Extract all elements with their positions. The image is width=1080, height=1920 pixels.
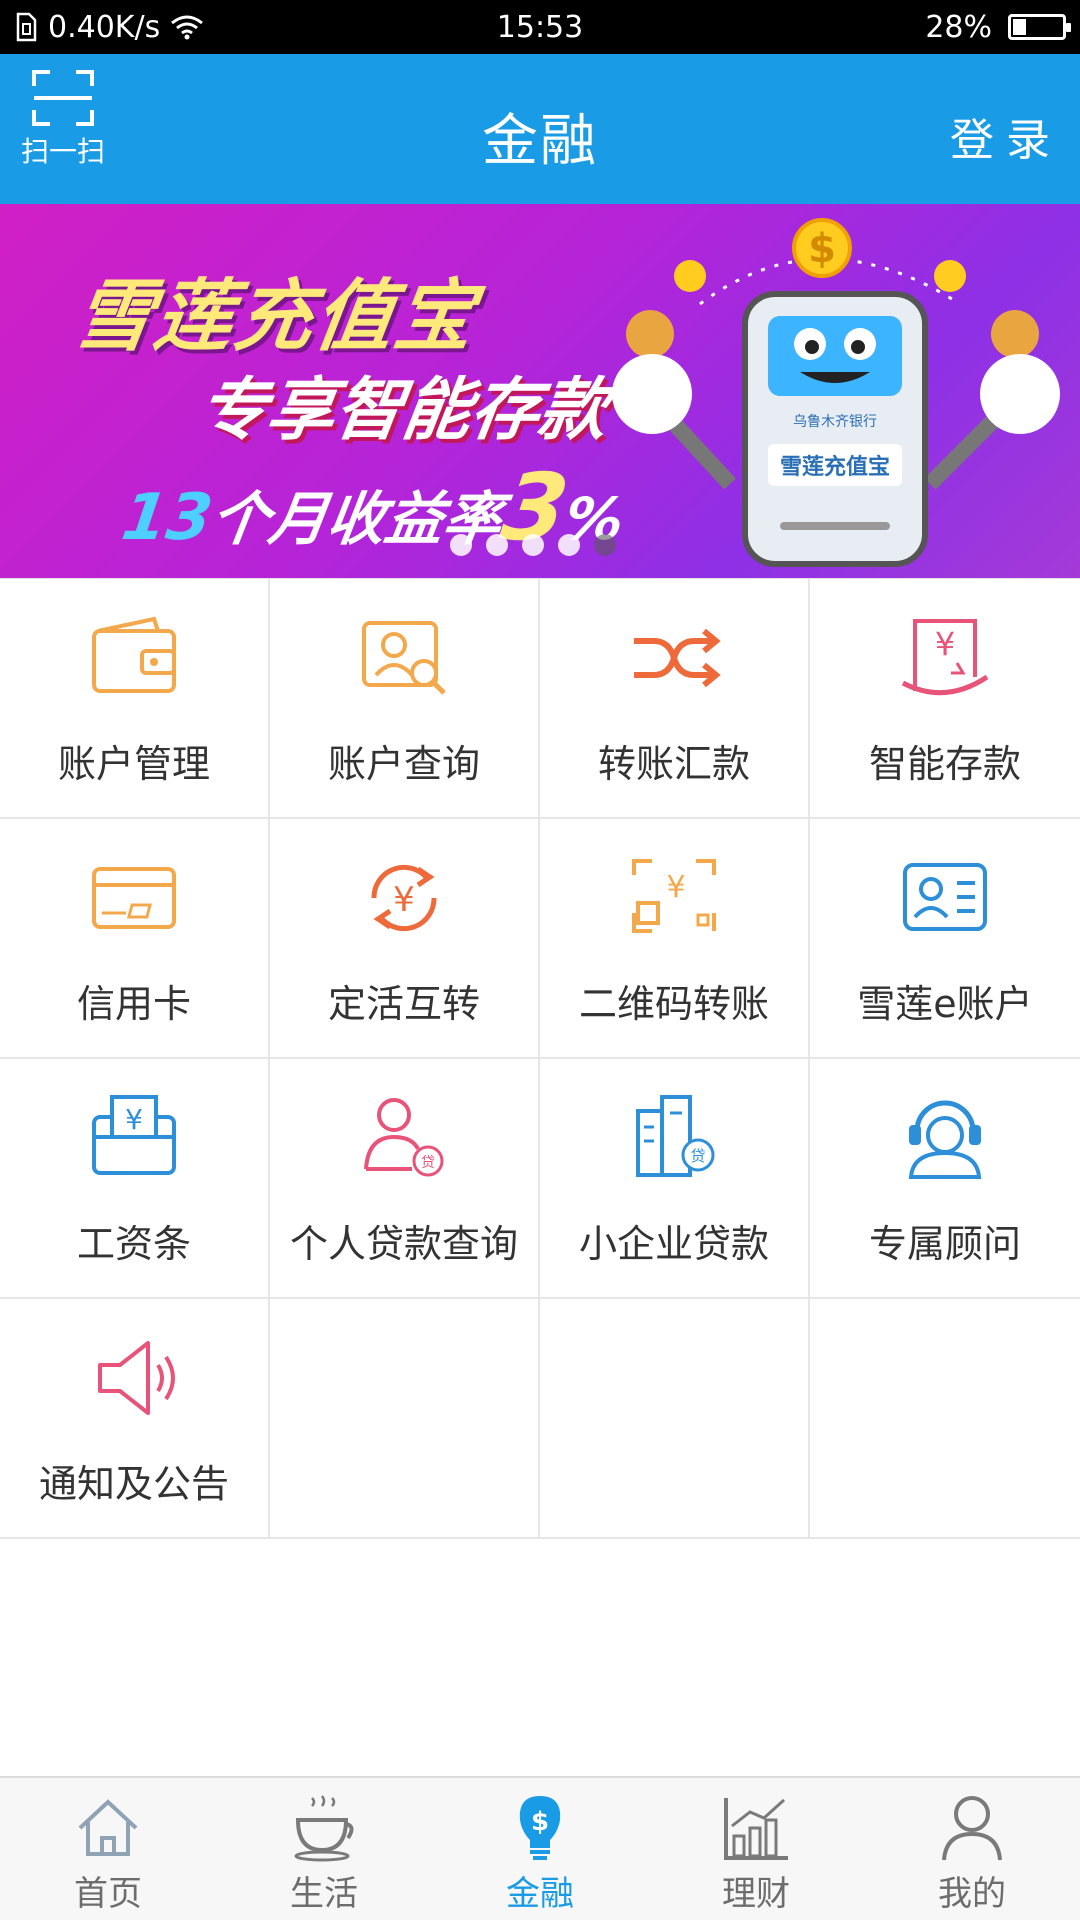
nav-mine[interactable]: 我的 — [864, 1778, 1080, 1920]
business-loan-icon: 贷 — [636, 1095, 715, 1177]
nav-label: 首页 — [74, 1874, 142, 1914]
svg-text:$: $ — [531, 1807, 549, 1837]
svg-text:¥: ¥ — [935, 625, 955, 663]
banner-subheadline: 专享智能存款 — [193, 371, 613, 450]
nav-home[interactable]: 首页 — [0, 1778, 216, 1920]
grid-item-business-loan[interactable]: 贷 小企业贷款 — [540, 1059, 810, 1299]
carousel-dot[interactable] — [594, 534, 616, 556]
nav-label: 我的 — [938, 1874, 1006, 1914]
battery-icon — [1008, 14, 1071, 40]
svg-text:贷: 贷 — [421, 1155, 435, 1171]
grid-item-label: 小企业贷款 — [578, 1222, 769, 1266]
grid-empty-cell — [540, 1299, 810, 1539]
svg-text:¥: ¥ — [125, 1103, 143, 1136]
battery-percent: 28% — [925, 9, 992, 45]
carousel-dots[interactable] — [450, 534, 616, 556]
grid-item-label: 定活互转 — [327, 982, 480, 1026]
grid-item-label: 账户管理 — [57, 742, 210, 786]
promo-banner[interactable]: 雪莲充值宝 专享智能存款 13个月收益率3% $ 乌鲁木齐银行 雪莲充值宝 — [0, 204, 1080, 578]
carousel-dot[interactable] — [522, 534, 544, 556]
nav-label: 理财 — [722, 1874, 790, 1914]
grid-item-label: 个人贷款查询 — [289, 1222, 518, 1266]
payslip-icon: ¥ — [92, 1095, 176, 1175]
advisor-headset-icon — [908, 1100, 982, 1179]
carousel-dot[interactable] — [486, 534, 508, 556]
grid-item-transfer[interactable]: 转账汇款 — [540, 579, 810, 819]
page-title: 金融 — [482, 109, 598, 174]
credit-card-icon — [92, 867, 176, 929]
grid-item-advisor[interactable]: 专属顾问 — [810, 1059, 1080, 1299]
bottom-nav: 首页 生活 $ 金融 理财 我的 — [0, 1776, 1080, 1920]
mascot-illustration: $ 乌鲁木齐银行 雪莲充值宝 — [612, 218, 1060, 567]
grid-empty-cell — [270, 1299, 540, 1539]
grid-item-label: 账户查询 — [327, 742, 480, 786]
app-header: 扫一扫 金融 登录 — [0, 54, 1080, 204]
battery-level — [1013, 19, 1027, 35]
carousel-dot[interactable] — [450, 534, 472, 556]
nav-finance[interactable]: $ 金融 — [432, 1778, 648, 1920]
svg-text:$: $ — [808, 226, 836, 272]
bar-chart-icon — [724, 1798, 788, 1860]
status-bar: 0.40K/s 15:53 28% — [0, 0, 1080, 54]
grid-item-notices[interactable]: 通知及公告 — [0, 1299, 270, 1539]
grid-item-payslip[interactable]: ¥ 工资条 — [0, 1059, 270, 1299]
grid-item-label: 转账汇款 — [597, 742, 750, 786]
finance-bulb-icon: $ — [519, 1796, 561, 1860]
grid-item-smart-deposit[interactable]: ¥ 智能存款 — [810, 579, 1080, 819]
shuffle-transfer-icon — [634, 628, 721, 688]
yuan-cycle-icon: ¥ — [371, 864, 437, 932]
personal-loan-icon: 贷 — [364, 1098, 444, 1177]
banner-months: 13 — [117, 481, 217, 555]
status-right: 28% — [925, 9, 1071, 45]
grid-item-account-query[interactable]: 账户查询 — [270, 579, 540, 819]
megaphone-icon — [98, 1341, 175, 1415]
coffee-cup-icon — [294, 1795, 354, 1862]
smart-deposit-icon: ¥ — [901, 619, 989, 696]
grid-item-personal-loan[interactable]: 贷 个人贷款查询 — [270, 1059, 540, 1299]
account-search-icon — [362, 621, 446, 695]
grid-item-account-management[interactable]: 账户管理 — [0, 579, 270, 819]
grid-item-label: 工资条 — [76, 1222, 191, 1266]
grid-item-label: 智能存款 — [868, 742, 1021, 786]
clock: 15:53 — [496, 9, 584, 45]
grid-item-label: 专属顾问 — [868, 1222, 1021, 1266]
grid-item-label: 二维码转账 — [578, 982, 769, 1026]
svg-text:贷: 贷 — [690, 1147, 705, 1165]
svg-text:¥: ¥ — [666, 870, 685, 905]
carousel-dot[interactable] — [558, 534, 580, 556]
nav-label: 金融 — [506, 1874, 574, 1914]
banner-headline: 雪莲充值宝 — [68, 272, 482, 362]
svg-text:¥: ¥ — [393, 880, 415, 920]
function-grid: 账户管理 账户查询 转账汇款 ¥ 智能存款 信用卡 ¥ 定活互转 ¥ 二维码转账… — [0, 578, 1080, 1539]
home-icon — [78, 1799, 138, 1856]
grid-item-credit-card[interactable]: 信用卡 — [0, 819, 270, 1059]
nav-life[interactable]: 生活 — [216, 1778, 432, 1920]
grid-item-label: 通知及公告 — [38, 1462, 229, 1506]
qr-transfer-icon: ¥ — [632, 859, 716, 933]
grid-item-label: 雪莲e账户 — [857, 982, 1033, 1026]
wallet-icon — [92, 616, 176, 693]
grid-item-fixed-current-swap[interactable]: ¥ 定活互转 — [270, 819, 540, 1059]
mascot-product-name: 雪莲充值宝 — [780, 454, 890, 480]
login-button[interactable]: 登录 — [950, 104, 1062, 168]
nav-label: 生活 — [290, 1874, 358, 1914]
grid-empty-cell — [810, 1299, 1080, 1539]
grid-item-qr-transfer[interactable]: ¥ 二维码转账 — [540, 819, 810, 1059]
mascot-bank-name: 乌鲁木齐银行 — [793, 414, 877, 430]
nav-wealth[interactable]: 理财 — [648, 1778, 864, 1920]
grid-item-label: 信用卡 — [76, 982, 191, 1026]
person-icon — [942, 1796, 1002, 1861]
grid-item-e-account[interactable]: 雪莲e账户 — [810, 819, 1080, 1059]
id-card-icon — [903, 863, 987, 931]
